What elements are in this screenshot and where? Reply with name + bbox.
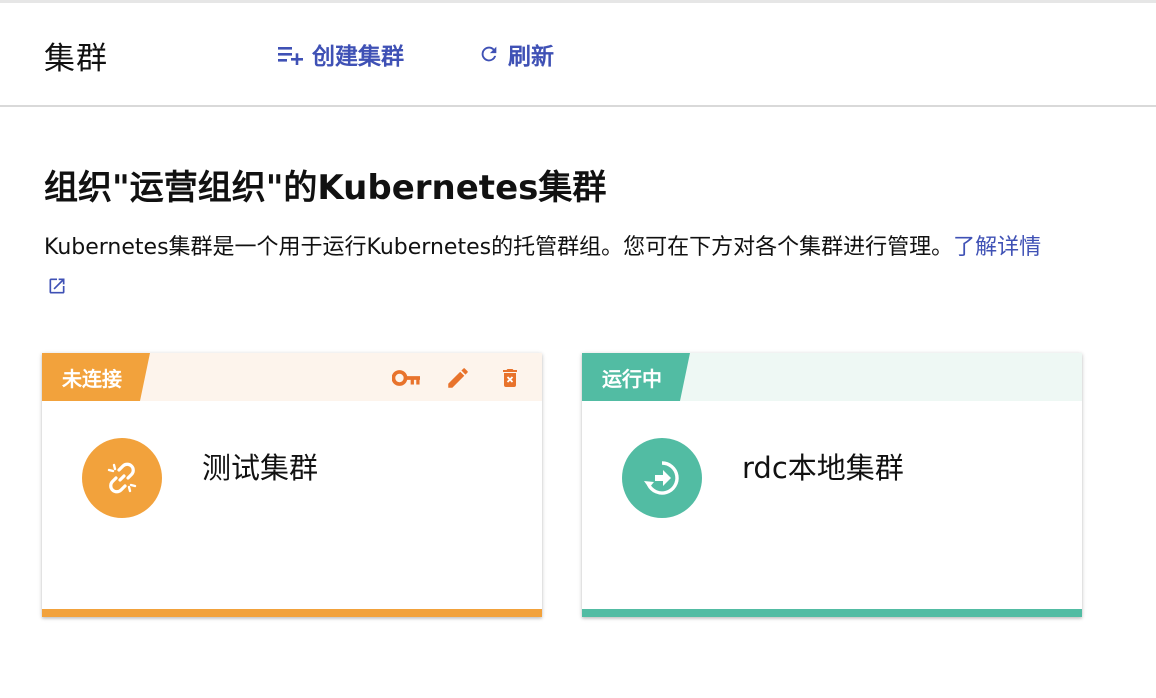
create-cluster-button[interactable]: 创建集群 xyxy=(278,37,404,71)
page-header: 集群 创建集群 刷新 xyxy=(0,3,1156,107)
cluster-name: 测试集群 xyxy=(202,451,319,485)
description-text: Kubernetes集群是一个用于运行Kubernetes的托管群组。您可在下方… xyxy=(44,235,954,260)
refresh-button[interactable]: 刷新 xyxy=(478,37,554,71)
status-bar xyxy=(42,609,542,617)
section-description: Kubernetes集群是一个用于运行Kubernetes的托管群组。您可在下方… xyxy=(44,228,1064,308)
cluster-card[interactable]: 运行中 rdc本地集群 xyxy=(582,353,1082,617)
page-title: 集群 xyxy=(44,41,108,77)
delete-button[interactable] xyxy=(496,364,524,392)
key-button[interactable] xyxy=(392,364,420,392)
refresh-icon xyxy=(481,46,497,62)
status-badge: 运行中 xyxy=(582,353,690,401)
card-actions xyxy=(368,364,524,392)
open-in-new-icon xyxy=(49,278,65,294)
status-circle xyxy=(82,438,162,518)
edit-button[interactable] xyxy=(444,364,472,392)
status-circle xyxy=(622,438,702,518)
delete-icon xyxy=(503,369,517,387)
sync-running-icon xyxy=(644,461,679,495)
card-header: 未连接 xyxy=(42,353,542,401)
refresh-label: 刷新 xyxy=(508,44,554,70)
section-title: 组织"运营组织"的Kubernetes集群 xyxy=(44,168,607,208)
status-badge: 未连接 xyxy=(42,353,150,401)
key-icon xyxy=(392,370,420,386)
create-cluster-label: 创建集群 xyxy=(312,44,404,70)
link-off-icon xyxy=(107,462,137,494)
card-header: 运行中 xyxy=(582,353,1082,401)
edit-icon xyxy=(448,368,468,388)
status-bar xyxy=(582,609,1082,617)
learn-more-label: 了解详情 xyxy=(953,235,1042,260)
playlist-add-icon xyxy=(278,47,303,65)
cluster-name: rdc本地集群 xyxy=(742,451,904,485)
cluster-card[interactable]: 未连接 测试集群 xyxy=(42,353,542,617)
